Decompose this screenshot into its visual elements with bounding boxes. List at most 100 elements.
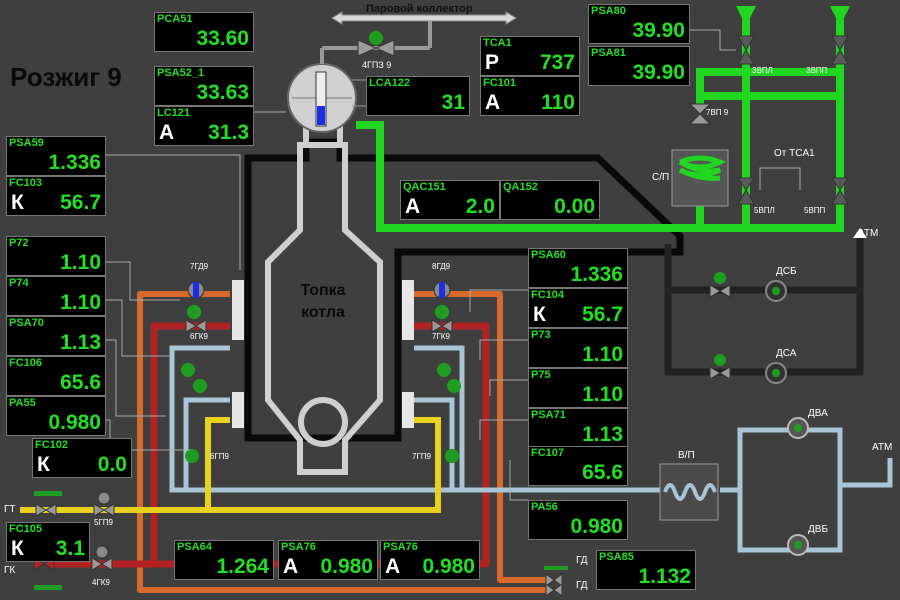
air-heater [659,463,719,521]
param-box-lca122[interactable]: LCA122 31 [366,76,470,116]
param-tag: PSA76 [383,541,418,553]
param-value: 1.336 [570,263,623,286]
param-mode: К [37,453,50,476]
param-mode: A [283,555,299,578]
param-tag: PSA59 [9,137,44,149]
param-value: 1.132 [638,565,691,588]
valve-5vpp-label: 5ВПП [804,206,826,215]
dva-label: ДВА [808,408,828,419]
superheater [671,149,729,207]
valve-4gk9-label: 4ГК9 [92,578,110,587]
from-tca1-label: От TCA1 [774,148,815,159]
param-tag: PSA85 [599,551,634,563]
param-tag: PSA52_1 [157,67,205,79]
param-tag: LCA122 [369,77,410,89]
param-mode: К [11,191,24,214]
gk-label: ГК [4,565,16,576]
param-box-p72[interactable]: P72 1.10 [6,236,106,276]
param-value: 1.10 [582,383,623,406]
valve-3vpl-label: 3ВПЛ [752,66,773,75]
param-box-psa60[interactable]: PSA60 1.336 [528,248,628,288]
param-box-psa64[interactable]: PSA64 1.264 [174,540,274,580]
param-box-qa152[interactable]: QA152 0.00 [500,180,600,220]
param-tag: QA152 [503,181,538,193]
param-value: 1.10 [60,291,101,314]
dsa-label: ДСА [776,348,797,359]
param-tag: PSA60 [531,249,566,261]
param-box-fc104[interactable]: FC104 К 56.7 [528,288,628,328]
param-tag: FC101 [483,77,517,89]
param-mode: A [485,91,501,114]
param-box-p74[interactable]: P74 1.10 [6,276,106,316]
param-value: 31.3 [208,121,249,144]
param-tag: P75 [531,369,551,381]
param-box-psa52-1[interactable]: PSA52_1 33.63 [154,66,254,106]
param-value: 3.1 [55,537,85,560]
param-box-pa56[interactable]: PA56 0.980 [528,500,628,540]
param-value: 31 [441,91,465,114]
param-tag: FC107 [531,447,565,459]
valve-5vpl-label: 5ВПЛ [754,206,775,215]
param-box-psa81[interactable]: PSA81 39.90 [588,46,690,86]
param-box-psa76-a[interactable]: PSA76 A 0.980 [278,540,378,580]
valve-5gp9-label: 5ГП9 [94,518,113,527]
param-box-fc105[interactable]: FC105 К 3.1 [6,522,90,562]
param-value: 0.980 [422,555,475,578]
param-box-psa71[interactable]: PSA71 1.13 [528,408,628,448]
valve-3vpp-label: 3ВПП [806,66,828,75]
param-tag: FC105 [9,523,43,535]
param-box-psa76-b[interactable]: PSA76 A 0.980 [380,540,480,580]
param-box-psa59[interactable]: PSA59 1.336 [6,136,106,176]
steam-header-label: Паровой коллектор [366,3,473,15]
param-tag: PSA81 [591,47,626,59]
param-box-p73[interactable]: P73 1.10 [528,328,628,368]
param-box-fc107[interactable]: FC107 65.6 [528,446,628,486]
param-value: 0.00 [554,195,595,218]
valve-6gk9-label: 6ГК9 [190,332,208,341]
dsb-label: ДСБ [776,266,797,277]
valve-7gd9-label: 7ГД9 [190,262,209,271]
param-box-pa55[interactable]: PA55 0.980 [6,396,106,436]
steam-arrows [736,6,850,26]
param-box-fc101[interactable]: FC101 A 110 [480,76,580,116]
param-tag: PSA80 [591,5,626,17]
param-value: 39.90 [632,61,685,84]
param-value: 56.7 [60,191,101,214]
param-value: 33.63 [196,81,249,104]
param-value: 1.10 [582,343,623,366]
param-value: 1.13 [60,331,101,354]
param-tag: TCA1 [483,37,512,49]
param-value: 110 [541,91,575,114]
param-value: 1.336 [48,151,101,174]
param-box-qac151[interactable]: QAC151 A 2.0 [400,180,500,220]
param-tag: FC106 [9,357,43,369]
param-value: 65.6 [60,371,101,394]
param-box-psa80[interactable]: PSA80 39.90 [588,4,690,44]
flue-ducts [664,236,864,376]
param-box-pca51[interactable]: PCA51 33.60 [154,12,254,52]
param-box-tca1[interactable]: TCA1 P 737 [480,36,580,76]
param-box-psa70[interactable]: PSA70 1.13 [6,316,106,356]
param-value: 0.0 [97,453,127,476]
param-value: 33.60 [196,27,249,50]
param-value: 0.980 [570,515,623,538]
param-mode: К [533,303,546,326]
param-tag: LC121 [157,107,191,119]
param-tag: PSA76 [281,541,316,553]
param-box-fc102[interactable]: FC102 К 0.0 [32,438,132,478]
page-title: Розжиг 9 [10,62,122,92]
param-box-p75[interactable]: P75 1.10 [528,368,628,408]
param-tag: PCA51 [157,13,193,25]
param-mode: К [11,537,24,560]
valve-7gp9-label: 7ГП9 [412,452,431,461]
param-box-fc103[interactable]: FC103 К 56.7 [6,176,106,216]
param-tag: PSA70 [9,317,44,329]
param-tag: FC103 [9,177,43,189]
param-mode: A [405,195,421,218]
atm-label-2: АТМ [872,442,893,453]
superheater-label: С/П [652,172,670,183]
param-box-lc121[interactable]: LC121 A 31.3 [154,106,254,146]
param-box-fc106[interactable]: FC106 65.6 [6,356,106,396]
param-box-psa85[interactable]: PSA85 1.132 [596,550,696,590]
param-mode: A [159,121,175,144]
